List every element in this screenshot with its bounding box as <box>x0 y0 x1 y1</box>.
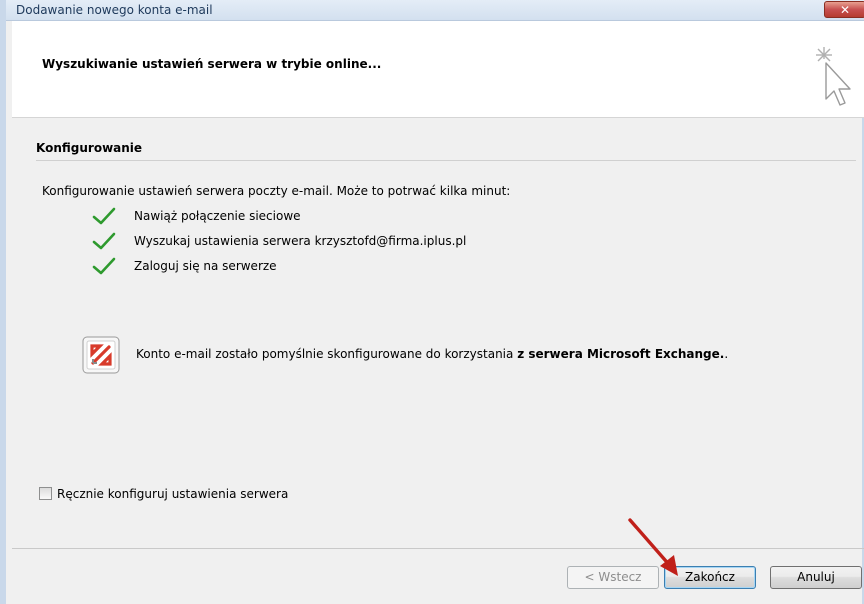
result-text-prefix: Konto e-mail zostało pomyślnie skonfigur… <box>136 347 518 361</box>
annotation-arrow-icon <box>628 518 678 576</box>
section-divider <box>36 160 856 161</box>
section-title: Konfigurowanie <box>36 141 143 155</box>
exchange-icon <box>82 336 120 374</box>
step-label: Nawiąż połączenie sieciowe <box>134 209 301 223</box>
check-icon <box>92 232 116 250</box>
close-button[interactable]: ✕ <box>824 1 864 18</box>
check-icon <box>92 207 116 225</box>
manual-config-checkbox[interactable] <box>39 487 52 500</box>
result-text-bold: z serwera Microsoft Exchange. <box>517 347 725 361</box>
manual-config-label[interactable]: Ręcznie konfiguruj ustawienia serwera <box>57 487 288 501</box>
check-icon <box>92 257 116 275</box>
cursor-sparkle-icon <box>816 47 851 106</box>
result-message: Konto e-mail zostało pomyślnie skonfigur… <box>136 347 728 361</box>
step-label: Wyszukaj ustawienia serwera krzysztofd@f… <box>134 234 467 248</box>
step-label: Zaloguj się na serwerze <box>134 259 277 273</box>
footer-divider <box>12 548 864 549</box>
cancel-button[interactable]: Anuluj <box>770 566 862 589</box>
header-title: Wyszukiwanie ustawień serwera w trybie o… <box>42 57 382 71</box>
result-text-suffix: . <box>724 347 729 361</box>
title-bar[interactable]: Dodawanie nowego konta e-mail ✕ <box>6 0 864 21</box>
intro-text: Konfigurowanie ustawień serwera poczty e… <box>42 184 511 198</box>
window-title: Dodawanie nowego konta e-mail <box>16 3 213 17</box>
wizard-header: Wyszukiwanie ustawień serwera w trybie o… <box>12 21 864 118</box>
dialog-window: Dodawanie nowego konta e-mail ✕ Wyszukiw… <box>0 0 864 604</box>
